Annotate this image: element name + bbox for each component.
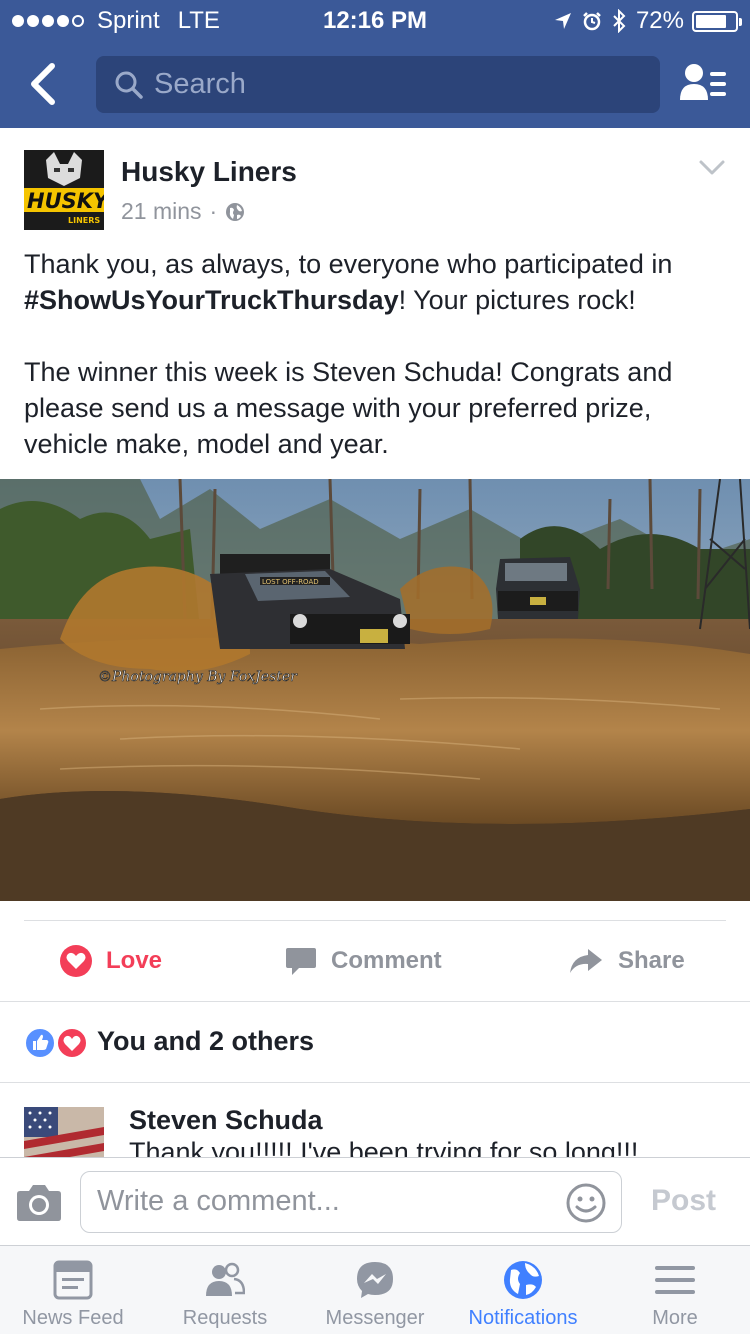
friend-requests-icon xyxy=(206,1262,245,1296)
second-truck xyxy=(496,557,580,619)
share-label: Share xyxy=(618,947,685,974)
status-right: 72% xyxy=(554,7,742,35)
globe-icon xyxy=(504,1261,542,1299)
tab-label: Requests xyxy=(182,1307,268,1329)
post-meta: 21 mins · xyxy=(121,198,245,225)
tab-label: Messenger xyxy=(325,1307,425,1329)
truck-sticker: LOST OFF-ROAD xyxy=(262,578,319,586)
public-globe-icon xyxy=(226,202,245,221)
nav-bar: Search xyxy=(0,40,750,128)
comment-composer: Write a comment... Post xyxy=(0,1157,750,1245)
reactions-summary[interactable]: You and 2 others xyxy=(0,1002,750,1082)
love-reaction-icon xyxy=(60,945,92,977)
post-photo[interactable]: LOST OFF-ROAD ©Photography By FoxJester xyxy=(0,479,750,901)
camera-icon[interactable] xyxy=(16,1182,62,1222)
tab-news-feed[interactable]: News Feed xyxy=(0,1246,146,1334)
post-author[interactable]: Husky Liners xyxy=(121,156,297,188)
comment-item: Steven Schuda Thank you!!!!! I've been t… xyxy=(0,1083,750,1157)
post-actions: Love Comment Share xyxy=(0,921,750,1001)
location-arrow-icon xyxy=(554,13,571,29)
post-time[interactable]: 21 mins xyxy=(121,198,202,225)
messenger-icon xyxy=(357,1262,393,1298)
tab-requests[interactable]: Requests xyxy=(150,1246,300,1334)
post-body: Thank you, as always, to everyone who pa… xyxy=(24,246,734,462)
share-button[interactable]: Share xyxy=(568,921,685,1001)
photo-watermark: ©Photography By FoxJester xyxy=(98,669,298,685)
flag-avatar-image xyxy=(24,1107,104,1157)
hashtag-link[interactable]: #ShowUsYourTruckThursday xyxy=(24,285,399,315)
tab-more[interactable]: More xyxy=(600,1246,750,1334)
comment-label: Comment xyxy=(331,947,442,974)
comment-button[interactable]: Comment xyxy=(285,921,442,1001)
post-header: HUSKY LINERS Husky Liners 21 mins · xyxy=(0,128,750,240)
news-feed-icon xyxy=(53,1260,93,1300)
search-placeholder: Search xyxy=(154,68,246,100)
menu-icon xyxy=(655,1266,695,1294)
comment-text: Thank you!!!!! I've been trying for so l… xyxy=(129,1137,639,1157)
friends-list-icon[interactable] xyxy=(678,60,728,108)
search-input[interactable]: Search xyxy=(96,56,660,113)
tab-notifications[interactable]: Notifications xyxy=(450,1246,596,1334)
comment-author[interactable]: Steven Schuda xyxy=(129,1105,323,1136)
comment-placeholder: Write a comment... xyxy=(97,1185,340,1217)
commenter-avatar[interactable] xyxy=(24,1107,104,1157)
share-icon xyxy=(570,949,602,973)
battery-percent: 72% xyxy=(635,7,684,34)
husky-logo: HUSKY LINERS xyxy=(24,150,104,230)
search-icon xyxy=(115,71,143,99)
meta-separator: · xyxy=(209,198,218,224)
tab-messenger[interactable]: Messenger xyxy=(300,1246,450,1334)
comment-icon xyxy=(286,948,316,975)
emoji-icon[interactable] xyxy=(565,1182,607,1224)
svg-text:HUSKY: HUSKY xyxy=(27,189,104,213)
chevron-down-icon[interactable] xyxy=(698,158,726,178)
truck-photo: LOST OFF-ROAD ©Photography By FoxJester xyxy=(0,479,750,901)
post-paragraph-2: The winner this week is Steven Schuda! C… xyxy=(24,357,673,459)
reactions-text: You and 2 others xyxy=(97,1026,315,1056)
comment-input[interactable]: Write a comment... xyxy=(80,1171,622,1233)
post-paragraph-1: Thank you, as always, to everyone who pa… xyxy=(24,249,673,315)
love-label: Love xyxy=(106,947,163,974)
status-bar: Sprint LTE 12:16 PM 72% xyxy=(0,0,750,40)
tab-label: More xyxy=(652,1307,698,1329)
love-button[interactable]: Love xyxy=(60,921,162,1001)
svg-text:LINERS: LINERS xyxy=(68,216,100,225)
post-comment-button[interactable]: Post xyxy=(651,1184,716,1218)
bluetooth-icon xyxy=(613,9,626,33)
tab-label: Notifications xyxy=(468,1307,578,1329)
alarm-icon xyxy=(583,12,601,31)
tab-bar: News Feed Requests Messenger Notificatio… xyxy=(0,1245,750,1334)
reaction-icons xyxy=(24,1027,88,1059)
page-avatar[interactable]: HUSKY LINERS xyxy=(24,150,104,230)
battery-icon xyxy=(692,10,742,32)
tab-label: News Feed xyxy=(22,1307,124,1329)
back-arrow-icon[interactable] xyxy=(22,60,66,108)
